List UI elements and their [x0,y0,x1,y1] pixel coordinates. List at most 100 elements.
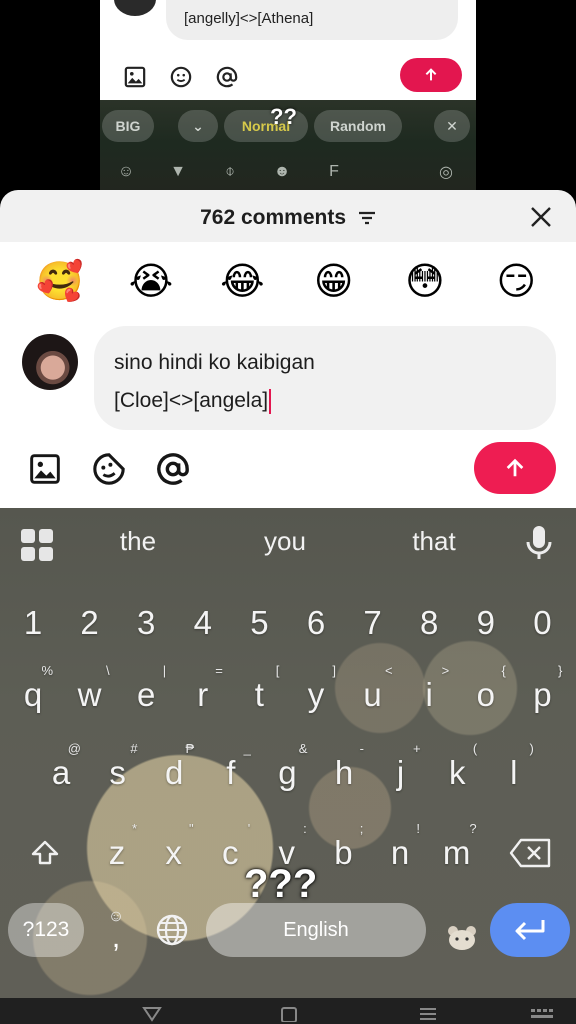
bg-check-icon: ◎ [439,164,453,181]
emoji-flushed[interactable]: 😳 [395,256,455,312]
letter-key-e[interactable]: e | [118,660,174,730]
comment-input-line1: sino hindi ko kaibigan [114,351,315,374]
letter-key-g[interactable]: g & [259,738,315,808]
letter-key-d[interactable]: d ₱ [146,738,202,808]
arrow-up-icon [506,458,524,477]
number-key-label: 2 [80,604,99,641]
letter-key-r[interactable]: r = [175,660,231,730]
back-icon[interactable] [142,1006,162,1022]
emoji-smiling-hearts[interactable]: 🥰 [30,256,90,312]
letter-key-t[interactable]: t[ [231,660,287,730]
sort-filter-icon[interactable] [358,210,376,226]
keyboard-hide-icon[interactable] [530,1006,556,1022]
mention-button[interactable] [154,450,192,488]
letter-key-hint: = [215,663,223,678]
letter-key-u[interactable]: u < [345,660,401,730]
comments-count-label: 762 comments [200,206,347,229]
number-key-1[interactable]: 1 [5,588,61,658]
letter-key-o[interactable]: o{ [458,660,514,730]
letter-key-label: f [226,754,236,791]
letter-key-m[interactable]: m? [429,818,485,888]
bg-comment-text: [angelly]<>[Athena] [184,10,314,27]
bg-shirt-icon: ▼ [170,163,186,180]
recents-icon[interactable] [418,1006,438,1022]
sticker-button[interactable] [90,450,128,488]
number-key-4[interactable]: 4 [175,588,231,658]
number-key-9[interactable]: 9 [458,588,514,658]
letter-key-hint: # [130,741,138,756]
close-comments-button[interactable] [526,202,556,232]
letter-key-label: p [533,676,552,713]
suggestion-3[interactable]: that [374,526,494,557]
enter-key[interactable] [490,903,570,957]
number-key-label: 6 [306,604,326,641]
letter-key-hint: ( [472,741,478,756]
bg-send-button [400,58,462,92]
letter-key-label: o [476,676,495,713]
suggestion-1[interactable]: the [78,526,198,557]
number-key-label: 4 [193,604,212,641]
bg-image-icon [120,62,150,92]
emoji-tears-of-joy[interactable]: 😂 [212,256,272,312]
backspace-icon [509,838,551,868]
letter-key-label: q [23,676,43,713]
language-key[interactable] [150,908,194,952]
comment-input[interactable]: sino hindi ko kaibigan [Cloe]<>[angela] [94,326,556,430]
letter-key-hint: ] [332,663,336,678]
letter-key-w[interactable]: w \ [62,660,118,730]
symbols-key[interactable]: ?123 [8,903,84,957]
apps-grid-icon[interactable] [18,526,56,564]
number-key-2[interactable]: 2 [62,588,118,658]
send-button[interactable] [474,442,556,494]
letter-key-label: r [197,676,209,713]
background-screenshot: [angelly]<>[Athena] BIG ⌄ Normal Random … [100,0,476,195]
emoji-grinning[interactable]: 😁 [304,256,364,312]
number-key-0[interactable]: 0 [514,588,570,658]
letter-key-f[interactable]: f _ [203,738,259,808]
number-key-6[interactable]: 6 [288,588,344,658]
bg-face-icon: ☻ [273,163,291,180]
image-button[interactable] [26,450,64,488]
letter-key-z[interactable]: z * [89,818,145,888]
letter-key-label: d [165,754,184,791]
number-key-8[interactable]: 8 [401,588,457,658]
comma-emoji-key[interactable]: ☺ , [98,904,134,956]
letter-key-k[interactable]: k( [429,738,485,808]
comma-label: , [111,921,121,954]
letter-key-hint: { [501,663,506,678]
letter-key-i[interactable]: i > [401,660,457,730]
letter-key-label: h [334,754,354,791]
emoji-crying[interactable]: 😭 [121,256,181,312]
letter-key-s[interactable]: s # [90,738,146,808]
sticker-icon [93,453,125,485]
letter-key-hint: & [298,741,308,756]
number-key-label: 5 [250,604,269,641]
letter-key-q[interactable]: q% [5,660,61,730]
letter-key-p[interactable]: p} [514,660,570,730]
emoji-smirking[interactable]: 😏 [486,256,546,312]
letter-key-j[interactable]: j + [373,738,429,808]
microphone-icon[interactable] [524,524,554,562]
letter-key-h[interactable]: h- [316,738,372,808]
space-bar[interactable]: English [206,903,426,957]
letter-key-n[interactable]: n! [372,818,428,888]
number-key-7[interactable]: 7 [345,588,401,658]
home-icon[interactable] [280,1006,298,1022]
number-key-5[interactable]: 5 [231,588,287,658]
letter-key-label: c [221,834,239,871]
mention-icon [157,453,189,485]
letter-key-l[interactable]: l) [486,738,542,808]
emoji-quick-bar: 🥰 😭 😂 😁 😳 😏 [0,256,576,312]
shift-key[interactable] [22,833,68,873]
letter-key-y[interactable]: y] [288,660,344,730]
backspace-key[interactable] [502,833,558,873]
letter-key-x[interactable]: x " [146,818,202,888]
letter-key-b[interactable]: b; [315,818,371,888]
suggestion-2[interactable]: you [225,526,345,557]
letter-key-hint: ₱ [185,741,195,756]
letter-key-hint: [ [275,663,280,678]
bg-close-icon: ✕ [434,110,470,142]
letter-key-label: z [108,834,126,871]
number-key-3[interactable]: 3 [118,588,174,658]
letter-key-a[interactable]: a @ [33,738,89,808]
